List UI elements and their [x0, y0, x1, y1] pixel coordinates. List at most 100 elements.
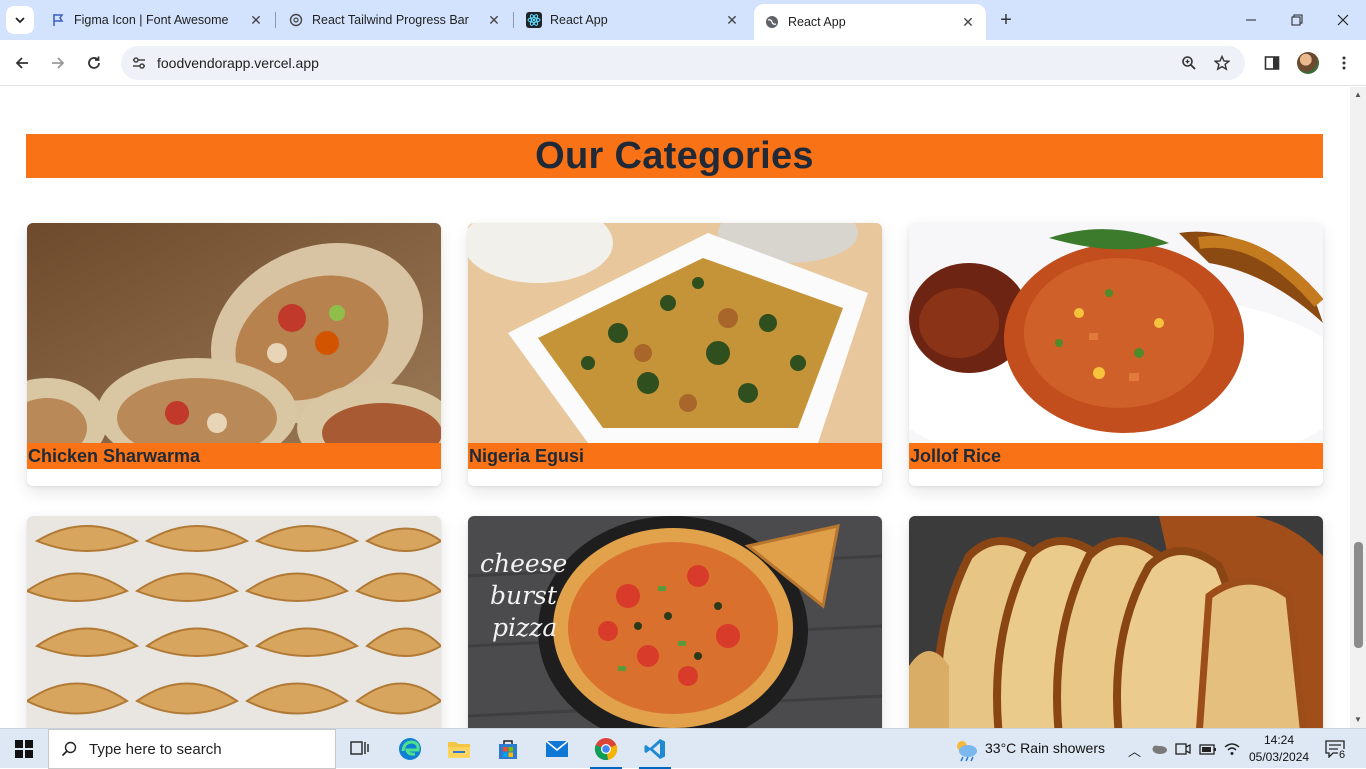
address-bar[interactable]: foodvendorapp.vercel.app	[121, 46, 1245, 80]
tab-search-button[interactable]	[6, 6, 34, 34]
new-tab-button[interactable]: +	[994, 8, 1018, 32]
arrow-left-icon	[15, 57, 28, 69]
tab-separator	[513, 12, 514, 28]
taskbar-file-explorer[interactable]	[435, 729, 483, 769]
task-view-button[interactable]	[336, 729, 384, 769]
side-panel-button[interactable]	[1257, 48, 1287, 78]
search-icon	[61, 741, 77, 757]
image-caption-line: pizza	[492, 613, 557, 642]
flag-icon	[50, 12, 66, 28]
category-card-nigeria-egusi[interactable]: Nigeria Egusi	[468, 223, 882, 486]
arrow-right-icon	[52, 57, 65, 69]
taskbar-search-box[interactable]: Type here to search	[48, 729, 336, 769]
category-name: Jollof Rice	[909, 443, 1323, 469]
chevron-up-icon[interactable]: ︿	[1128, 741, 1141, 760]
category-name: Chicken Sharwarma	[27, 443, 441, 469]
restore-button[interactable]	[1274, 0, 1320, 40]
category-card-chicken-sharwarma[interactable]: Chicken Sharwarma	[27, 223, 441, 486]
url-text: foodvendorapp.vercel.app	[157, 55, 319, 71]
category-image	[27, 516, 441, 728]
clock-date[interactable]: 05/03/2024	[1249, 750, 1309, 764]
wifi-icon[interactable]	[1223, 741, 1241, 757]
browser-toolbar: foodvendorapp.vercel.app	[0, 40, 1366, 86]
categories-banner: Our Categories	[26, 134, 1323, 178]
store-icon	[499, 740, 517, 759]
reload-icon	[88, 56, 100, 69]
scroll-up-arrow-icon[interactable]: ▲	[1354, 91, 1362, 99]
profile-avatar[interactable]	[1297, 52, 1319, 74]
category-card-bread[interactable]	[909, 516, 1323, 728]
onedrive-icon[interactable]	[1150, 741, 1168, 757]
windows-taskbar: Type here to search 33°C Rain showers ︿ …	[0, 728, 1366, 769]
category-image	[27, 223, 441, 443]
tab-title: React App	[550, 13, 608, 27]
close-window-button[interactable]	[1320, 0, 1366, 40]
taskbar-chrome[interactable]	[582, 729, 630, 769]
tab-react-app-active[interactable]: React App ✕	[754, 4, 986, 40]
category-name: Nigeria Egusi	[468, 443, 882, 469]
category-image	[909, 516, 1323, 728]
weather-icon	[957, 741, 977, 762]
category-card-jollof-rice[interactable]: Jollof Rice	[909, 223, 1323, 486]
tab-title: Figma Icon | Font Awesome	[74, 13, 229, 27]
scroll-thumb[interactable]	[1354, 542, 1363, 648]
weather-text[interactable]: 33°C Rain showers	[985, 740, 1105, 756]
category-image	[468, 223, 882, 443]
tab-separator	[275, 12, 276, 28]
globe-icon	[764, 14, 780, 30]
tab-react-tailwind[interactable]: React Tailwind Progress Bar ✕	[278, 0, 512, 40]
site-settings-icon[interactable]	[129, 53, 149, 73]
zoom-icon[interactable]	[1179, 53, 1199, 73]
side-panel-icon	[1264, 56, 1280, 70]
clock-time[interactable]: 14:24	[1264, 733, 1294, 747]
close-tab-icon[interactable]: ✕	[248, 12, 264, 28]
scroll-down-arrow-icon[interactable]: ▼	[1354, 716, 1362, 724]
back-button[interactable]	[7, 48, 37, 78]
category-image	[909, 223, 1323, 443]
close-tab-icon[interactable]: ✕	[486, 12, 502, 28]
folder-icon	[448, 742, 470, 758]
browser-tab-strip: Figma Icon | Font Awesome ✕ React Tailwi…	[0, 0, 1366, 40]
edge-icon	[399, 738, 421, 760]
battery-icon[interactable]	[1199, 741, 1217, 757]
category-image: cheese burst pizza	[468, 516, 882, 728]
tab-react-app[interactable]: React App ✕	[516, 0, 750, 40]
mail-icon	[545, 740, 569, 757]
section-title: Our Categories	[535, 134, 814, 177]
page-viewport: Our Categories Chicken Sharwarma Nigeria…	[0, 87, 1350, 728]
taskbar-edge[interactable]	[386, 729, 434, 769]
search-placeholder: Type here to search	[89, 740, 222, 758]
chrome-icon	[594, 738, 618, 761]
close-tab-icon[interactable]: ✕	[724, 12, 740, 28]
tab-title: React Tailwind Progress Bar	[312, 13, 469, 27]
restore-icon	[1291, 14, 1303, 26]
category-card-pizza[interactable]: cheese burst pizza	[468, 516, 882, 728]
forward-button[interactable]	[43, 48, 73, 78]
taskbar-mail[interactable]	[533, 729, 581, 769]
category-card-meat-pie[interactable]	[27, 516, 441, 728]
bookmark-star-icon[interactable]	[1212, 53, 1232, 73]
react-icon	[526, 12, 542, 28]
chevron-down-icon	[15, 17, 25, 24]
close-icon	[1337, 14, 1349, 26]
minimize-icon	[1246, 19, 1256, 21]
page-scrollbar[interactable]: ▲ ▼	[1350, 87, 1366, 728]
tab-title: React App	[788, 15, 846, 29]
meet-now-icon[interactable]	[1175, 741, 1191, 757]
start-button[interactable]	[0, 729, 48, 769]
windows-logo-icon	[15, 740, 33, 758]
image-caption-line: burst	[490, 581, 558, 610]
taskbar-store[interactable]	[484, 729, 532, 769]
minimize-button[interactable]	[1228, 0, 1274, 40]
taskbar-vscode[interactable]	[631, 729, 679, 769]
close-tab-icon[interactable]: ✕	[960, 14, 976, 30]
reload-button[interactable]	[79, 48, 109, 78]
notification-count-badge: 6	[1338, 749, 1347, 761]
openai-icon	[288, 12, 304, 28]
more-vert-icon	[1342, 56, 1346, 70]
tab-figma-icon[interactable]: Figma Icon | Font Awesome ✕	[40, 0, 274, 40]
chrome-menu-button[interactable]	[1329, 48, 1359, 78]
vscode-icon	[644, 739, 665, 759]
image-caption-line: cheese	[480, 549, 567, 578]
task-view-icon	[350, 741, 369, 755]
